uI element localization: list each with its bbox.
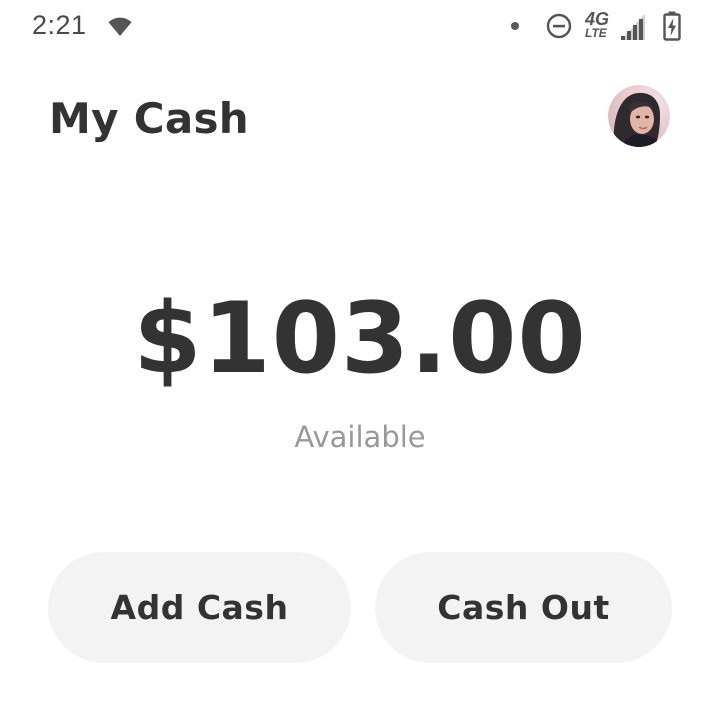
status-bar: 2:21 4G LTE [0,0,720,56]
page-title: My Cash [49,94,249,143]
notification-dot-icon [511,22,519,30]
status-time: 2:21 [32,10,87,40]
balance-available-label: Available [294,420,426,454]
add-cash-button[interactable]: Add Cash [48,552,351,663]
do-not-disturb-icon [546,13,572,39]
wifi-icon [108,17,132,36]
battery-charging-icon [663,11,681,41]
network-type-indicator: 4G LTE [585,10,615,44]
my-cash-screen: 2:21 4G LTE My Cash $103.00 Available Ad… [0,0,720,712]
avatar[interactable] [608,85,670,147]
signal-icon [621,14,645,40]
network-lte-label: LTE [585,26,607,40]
cash-out-button[interactable]: Cash Out [375,552,672,663]
balance-amount: $103.00 [133,282,587,396]
